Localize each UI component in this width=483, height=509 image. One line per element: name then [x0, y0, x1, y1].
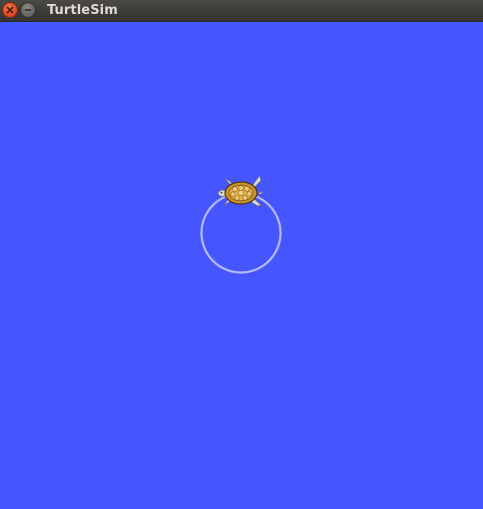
minimize-button[interactable] [20, 2, 36, 18]
window-titlebar[interactable]: TurtleSim [0, 0, 483, 22]
turtle-icon [217, 174, 266, 207]
window-title: TurtleSim [47, 3, 118, 18]
turtlesim-canvas [0, 22, 483, 509]
turtle-trail [200, 192, 282, 274]
minimize-icon [24, 9, 32, 11]
close-icon [6, 6, 14, 14]
close-button[interactable] [2, 2, 18, 18]
turtlesim-window: TurtleSim [0, 0, 483, 509]
